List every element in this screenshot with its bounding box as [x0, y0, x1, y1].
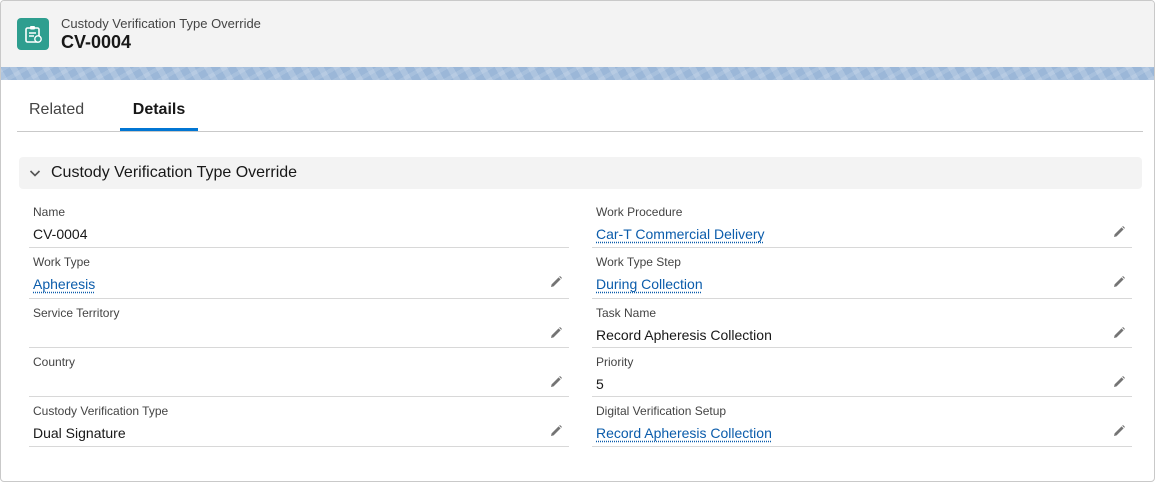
field-label: Work Procedure [596, 205, 683, 219]
field-work-type-step: Work Type Step During Collection [592, 249, 1132, 299]
field-value: CV-0004 [33, 226, 88, 242]
field-value: 5 [596, 376, 604, 392]
field-value: Record Apheresis Collection [596, 327, 772, 343]
field-label: Work Type Step [596, 255, 681, 269]
field-task-name: Task Name Record Apheresis Collection [592, 300, 1132, 348]
field-custody-verification-type: Custody Verification Type Dual Signature [29, 398, 569, 447]
field-label: Digital Verification Setup [596, 404, 727, 418]
work-type-step-link[interactable]: During Collection [596, 276, 703, 292]
edit-pencil-icon[interactable] [549, 375, 563, 389]
edit-pencil-icon[interactable] [1112, 424, 1126, 438]
edit-pencil-icon[interactable] [549, 275, 563, 289]
field-label: Priority [596, 355, 634, 369]
field-country: Country [29, 349, 569, 397]
field-label: Country [33, 355, 76, 369]
record-title: CV-0004 [61, 32, 132, 52]
edit-pencil-icon[interactable] [549, 424, 563, 438]
section-title: Custody Verification Type Override [51, 164, 298, 181]
field-name: Name CV-0004 [29, 199, 569, 248]
edit-pencil-icon[interactable] [1112, 225, 1126, 239]
record-page: Custody Verification Type Override CV-00… [0, 0, 1155, 482]
chevron-down-icon [29, 170, 41, 177]
digital-verification-setup-link[interactable]: Record Apheresis Collection [596, 425, 772, 441]
field-label: Task Name [596, 306, 657, 320]
tab-related[interactable]: Related [29, 101, 84, 131]
field-label: Service Territory [33, 306, 120, 320]
field-label: Work Type [33, 255, 90, 269]
edit-pencil-icon[interactable] [549, 326, 563, 340]
field-service-territory: Service Territory [29, 300, 569, 348]
field-digital-verification-setup: Digital Verification Setup Record Aphere… [592, 398, 1132, 447]
tab-bar: Related Details [17, 97, 1143, 132]
header-banner [1, 67, 1154, 80]
edit-pencil-icon[interactable] [1112, 375, 1126, 389]
field-label: Name [33, 205, 66, 219]
tab-details[interactable]: Details [120, 101, 198, 131]
object-type-label: Custody Verification Type Override [61, 16, 261, 31]
field-value: Dual Signature [33, 425, 126, 441]
field-work-type: Work Type Apheresis [29, 249, 569, 299]
record-icon [17, 18, 49, 50]
work-type-link[interactable]: Apheresis [33, 276, 95, 292]
record-header: Custody Verification Type Override CV-00… [1, 1, 1154, 67]
field-work-procedure: Work Procedure Car-T Commercial Delivery [592, 199, 1132, 248]
work-procedure-link[interactable]: Car-T Commercial Delivery [596, 226, 765, 242]
field-priority: Priority 5 [592, 349, 1132, 397]
edit-pencil-icon[interactable] [1112, 275, 1126, 289]
section-header[interactable]: Custody Verification Type Override [19, 157, 1142, 189]
edit-pencil-icon[interactable] [1112, 326, 1126, 340]
field-label: Custody Verification Type [33, 404, 169, 418]
